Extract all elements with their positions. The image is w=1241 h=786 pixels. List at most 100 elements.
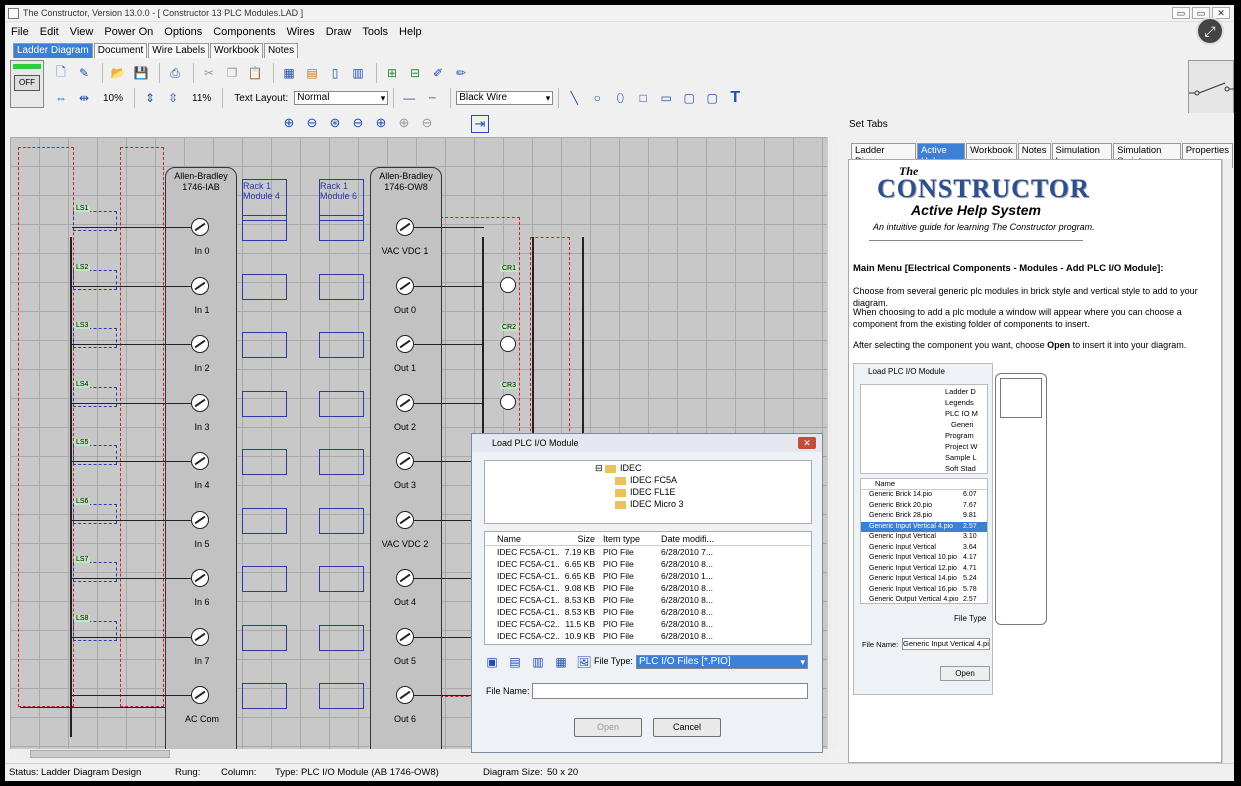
save-icon[interactable]: 💾	[131, 63, 151, 83]
view-list-icon[interactable]: ▤	[507, 654, 523, 670]
ellipse-tool-icon[interactable]: ⬯	[610, 88, 630, 108]
dialog-close-button[interactable]: ✕	[798, 437, 816, 449]
input-terminal-icon[interactable]	[191, 393, 209, 412]
print-icon[interactable]: ⎙	[165, 63, 185, 83]
menu-help[interactable]: Help	[399, 26, 422, 38]
output-terminal-icon[interactable]	[396, 510, 414, 529]
input-terminal-icon[interactable]	[191, 510, 209, 529]
wire-color-select[interactable]: Black Wire	[456, 91, 554, 105]
menu-wires[interactable]: Wires	[287, 26, 315, 38]
menu-tools[interactable]: Tools	[362, 26, 388, 38]
rack-slot[interactable]	[242, 566, 287, 592]
preview-icon[interactable]: 🖼	[576, 654, 592, 670]
limit-switch[interactable]	[73, 328, 117, 348]
col-type[interactable]: Item type	[599, 532, 657, 545]
col-date[interactable]: Date modifi...	[657, 532, 747, 545]
menu-options[interactable]: Options	[164, 26, 202, 38]
rack-slot[interactable]	[242, 507, 287, 534]
rack-slot[interactable]	[242, 332, 287, 358]
file-row[interactable]: IDEC FC5A-C1... 9.08 KB PIO File 6/28/2010 …	[485, 582, 811, 594]
menu-edit[interactable]: Edit	[40, 26, 59, 38]
input-terminal-icon[interactable]	[191, 686, 209, 704]
input-terminal-icon[interactable]	[191, 218, 209, 236]
relay-coil-icon[interactable]	[500, 394, 516, 410]
zoom-all-icon[interactable]: ⊕	[395, 115, 413, 133]
relay-coil-icon[interactable]	[500, 277, 516, 293]
menu-draw[interactable]: Draw	[326, 26, 352, 38]
output-terminal-icon[interactable]	[396, 218, 414, 236]
copy-icon[interactable]: ❐	[222, 63, 242, 83]
file-row[interactable]: IDEC FC5A-C1... 7.19 KB PIO File 6/28/2010 …	[485, 546, 811, 558]
rack-slot[interactable]	[242, 449, 287, 475]
rack-slot[interactable]	[319, 449, 364, 475]
output-terminal-icon[interactable]	[396, 627, 414, 646]
file-row[interactable]: IDEC FC5A-C1... 6.65 KB PIO File 6/28/2010 …	[485, 570, 811, 582]
menu-file[interactable]: File	[11, 26, 29, 38]
input-terminal-icon[interactable]	[191, 335, 209, 353]
view-tiles-icon[interactable]: ▦	[553, 654, 569, 670]
tree-item[interactable]: IDEC FL1E	[615, 487, 676, 497]
spread-horizontal-icon[interactable]: ⇔	[51, 88, 71, 108]
rack-slot[interactable]	[319, 332, 364, 358]
menu-components[interactable]: Components	[213, 26, 275, 38]
rack-slot[interactable]	[319, 683, 364, 709]
grid-icon[interactable]: ▦	[279, 63, 299, 83]
open-button[interactable]: Open	[574, 718, 642, 737]
limit-switch[interactable]	[73, 386, 117, 407]
solid-line-icon[interactable]: —	[399, 88, 419, 108]
output-terminal-icon[interactable]	[396, 335, 414, 353]
zoom-in-icon[interactable]: ⊕	[280, 115, 298, 133]
limit-switch[interactable]	[73, 269, 117, 290]
canvas-vertical-scrollbar[interactable]	[827, 137, 837, 749]
panel-icon[interactable]: ▯	[325, 63, 345, 83]
rack-slot[interactable]	[319, 624, 364, 651]
rack-slot[interactable]	[242, 273, 287, 300]
square-tool-icon[interactable]: □	[633, 88, 653, 108]
folder-tree[interactable]: ⊟ IDEC IDEC FC5A IDEC FL1E IDEC Micro 3	[484, 460, 812, 524]
file-row[interactable]: IDEC FC5A-C1... 8.53 KB PIO File 6/28/2010 …	[485, 594, 811, 606]
view-large-icon[interactable]: ▣	[484, 654, 500, 670]
col-name[interactable]: Name	[485, 532, 559, 545]
output-terminal-icon[interactable]	[396, 452, 414, 470]
menu-power-on[interactable]: Power On	[104, 26, 153, 38]
line-tool-icon[interactable]: ╲	[564, 88, 584, 108]
pencil-icon[interactable]: ✐	[428, 63, 448, 83]
file-row[interactable]: IDEC FC5A-C2... 11.5 KB PIO File 6/28/2010 …	[485, 618, 811, 630]
paste-icon[interactable]: 📋	[245, 63, 265, 83]
file-list[interactable]: Name Size Item type Date modifi... IDEC …	[484, 531, 812, 645]
tab-ladder-diagram[interactable]: Ladder Diagram	[13, 43, 93, 58]
limit-switch[interactable]	[73, 562, 117, 582]
tab-document[interactable]: Document	[93, 43, 148, 58]
rack-slot[interactable]	[242, 390, 287, 417]
circle-tool-icon[interactable]: ○	[587, 88, 607, 108]
rack-slot[interactable]	[319, 215, 364, 241]
input-terminal-icon[interactable]	[191, 627, 209, 646]
file-name-input[interactable]	[532, 683, 808, 699]
power-off-button[interactable]: OFF	[14, 75, 40, 91]
zoom-fit-icon[interactable]: ⊛	[326, 115, 344, 133]
col-size[interactable]: Size	[559, 532, 599, 545]
scroll-thumb[interactable]	[30, 750, 170, 758]
cut-icon[interactable]: ✂	[199, 63, 219, 83]
tab-wire-labels[interactable]: Wire Labels	[148, 43, 210, 58]
new-file-icon[interactable]: 🗋	[51, 63, 71, 83]
limit-switch[interactable]	[73, 445, 117, 465]
input-terminal-icon[interactable]	[191, 569, 209, 587]
rack-slot[interactable]	[319, 507, 364, 534]
shrink-vertical-icon[interactable]: ⇳	[163, 88, 183, 108]
rounded-rect-tool-icon[interactable]: ▢	[679, 88, 699, 108]
relay-coil-icon[interactable]	[500, 335, 516, 352]
brush-icon[interactable]: ✏	[451, 63, 471, 83]
tree-item[interactable]: ⊟ IDEC	[595, 463, 642, 474]
fit-page-icon[interactable]: ⇥	[471, 115, 489, 133]
tree-item[interactable]: IDEC FC5A	[615, 475, 677, 485]
help-vertical-scrollbar[interactable]	[1222, 159, 1232, 763]
rack-slot[interactable]	[242, 215, 287, 241]
file-row[interactable]: IDEC FC5A-C1... 8.53 KB PIO File 6/28/2010 …	[485, 606, 811, 618]
rack-slot[interactable]	[242, 683, 287, 709]
zoom-prev-icon[interactable]: ⊖	[349, 115, 367, 133]
file-row[interactable]: IDEC FC5A-C1... 6.65 KB PIO File 6/28/2010 …	[485, 558, 811, 570]
rack-slot[interactable]	[242, 624, 287, 651]
rounded-square-tool-icon[interactable]: ▢	[702, 88, 722, 108]
menu-view[interactable]: View	[70, 26, 94, 38]
